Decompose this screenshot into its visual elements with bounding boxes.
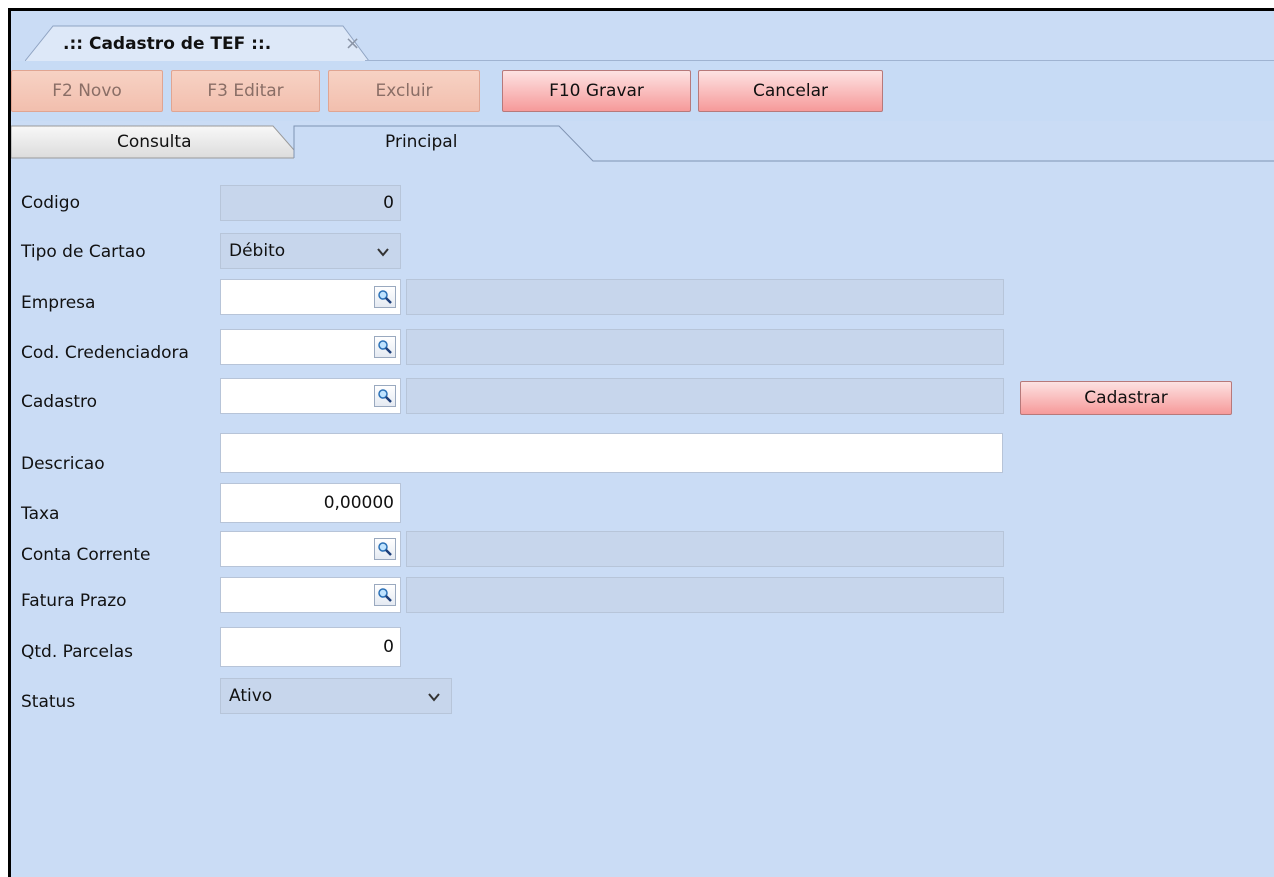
codigo-value: 0 [383, 193, 394, 213]
tipo-cartao-value: Débito [229, 241, 286, 261]
codigo-label: Codigo [21, 193, 80, 213]
magnifier-icon [378, 588, 392, 602]
descricao-input[interactable] [220, 433, 1003, 473]
magnifier-icon [378, 389, 392, 403]
cadastrar-button[interactable]: Cadastrar [1020, 381, 1232, 415]
app-window: .:: Cadastro de TEF ::. × F2 Novo F3 Edi… [11, 11, 1274, 877]
cancel-button[interactable]: Cancelar [698, 70, 883, 112]
tipo-cartao-label: Tipo de Cartao [21, 242, 146, 262]
edit-button[interactable]: F3 Editar [171, 70, 320, 112]
chevron-down-icon [377, 248, 389, 257]
document-tab-title: .:: Cadastro de TEF ::. [63, 34, 272, 54]
page-tabs-shape [11, 125, 1274, 170]
toolbar: F2 Novo F3 Editar Excluir F10 Gravar Can… [11, 61, 1274, 121]
tipo-cartao-select[interactable]: Débito [220, 233, 401, 269]
save-button[interactable]: F10 Gravar [502, 70, 691, 112]
cadastro-label: Cadastro [21, 392, 98, 412]
cod-credenciadora-input[interactable] [220, 329, 401, 365]
qtd-parcelas-value: 0 [383, 637, 394, 657]
cod-credenciadora-description [406, 329, 1004, 365]
conta-corrente-lookup-button[interactable] [374, 538, 396, 560]
conta-corrente-label: Conta Corrente [21, 545, 151, 565]
cadastro-code-input[interactable] [220, 378, 401, 414]
cod-credenciadora-label: Cod. Credenciadora [21, 343, 189, 363]
document-tab-strip: .:: Cadastro de TEF ::. × [11, 11, 1274, 62]
empresa-label: Empresa [21, 293, 96, 313]
cadastro-lookup-button[interactable] [374, 385, 396, 407]
empresa-code-input[interactable] [220, 279, 401, 315]
cod-credenciadora-lookup-button[interactable] [374, 336, 396, 358]
taxa-label: Taxa [21, 504, 60, 524]
codigo-field: 0 [220, 185, 401, 221]
fatura-prazo-lookup-button[interactable] [374, 584, 396, 606]
fatura-prazo-label: Fatura Prazo [21, 591, 127, 611]
qtd-parcelas-input[interactable]: 0 [220, 627, 401, 667]
taxa-value: 0,00000 [323, 493, 394, 513]
magnifier-icon [378, 542, 392, 556]
empresa-description [406, 279, 1004, 315]
new-button[interactable]: F2 Novo [11, 70, 163, 112]
status-select[interactable]: Ativo [220, 678, 452, 714]
delete-button[interactable]: Excluir [328, 70, 480, 112]
descricao-label: Descricao [21, 454, 105, 474]
tab-principal[interactable]: Principal [385, 132, 457, 152]
magnifier-icon [378, 340, 392, 354]
status-value: Ativo [229, 686, 273, 706]
cadastro-description [406, 378, 1004, 414]
conta-corrente-description [406, 531, 1004, 567]
qtd-parcelas-label: Qtd. Parcelas [21, 642, 133, 662]
magnifier-icon [378, 290, 392, 304]
empresa-lookup-button[interactable] [374, 286, 396, 308]
page-tabs: Consulta Principal [11, 124, 1274, 170]
fatura-prazo-input[interactable] [220, 577, 401, 613]
fatura-prazo-description [406, 577, 1004, 613]
conta-corrente-input[interactable] [220, 531, 401, 567]
chevron-down-icon [428, 693, 440, 702]
status-label: Status [21, 692, 76, 712]
tab-consulta[interactable]: Consulta [117, 132, 191, 152]
close-icon[interactable]: × [345, 33, 360, 54]
taxa-input[interactable]: 0,00000 [220, 483, 401, 523]
document-tab[interactable]: .:: Cadastro de TEF ::. × [25, 25, 370, 62]
